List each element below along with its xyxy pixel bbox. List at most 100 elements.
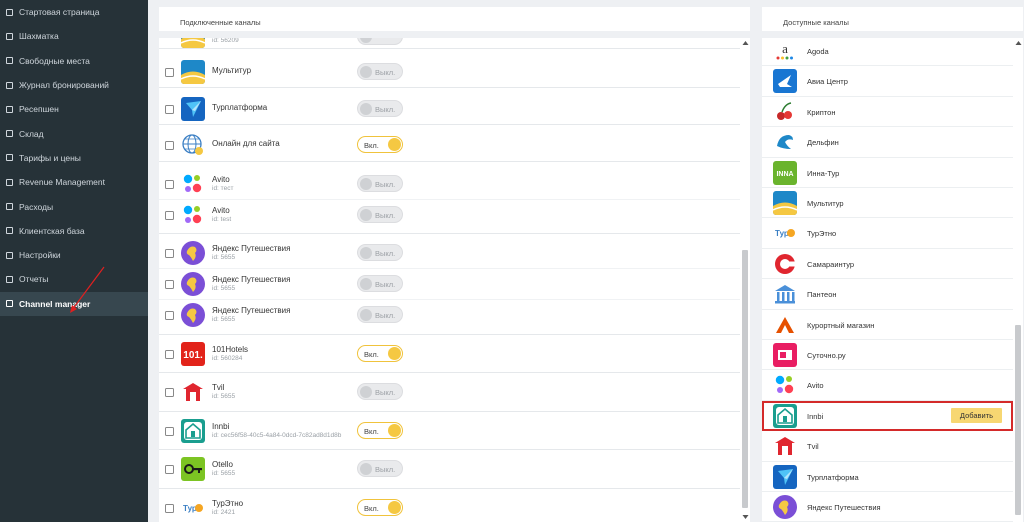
row-checkbox[interactable] — [165, 141, 174, 150]
channel-logo — [181, 419, 205, 443]
available-row[interactable]: INNA Инна-Тур — [762, 158, 1013, 188]
sidebar-item-8[interactable]: Расходы — [0, 194, 148, 218]
available-row[interactable]: Мультитур — [762, 188, 1013, 219]
available-scrollbar[interactable] — [1013, 38, 1023, 522]
row-checkbox[interactable] — [165, 105, 174, 114]
multitour-logo — [773, 191, 797, 215]
panteon-logo — [773, 282, 797, 307]
table-row: 101. 101Hotels id: 560284 Вкл. — [159, 341, 740, 367]
row-checkbox[interactable] — [165, 350, 174, 359]
channel-logo — [181, 380, 205, 404]
channel-logo: 101. — [181, 342, 205, 366]
toggle-label: Вкл. — [364, 504, 379, 513]
scroll-up-icon[interactable] — [742, 40, 749, 46]
sidebar-item-0[interactable]: Стартовая страница — [0, 0, 148, 24]
toggle-knob — [360, 177, 372, 190]
row-checkbox[interactable] — [165, 427, 174, 436]
toggle-label: Вкл. — [364, 141, 379, 150]
sidebar-item-2[interactable]: Свободные места — [0, 49, 148, 73]
toggle-switch[interactable]: Вкл. — [357, 345, 403, 362]
table-row: id: 56209 — [159, 38, 740, 48]
sidebar-item-11[interactable]: Отчеты — [0, 267, 148, 291]
scroll-up-icon[interactable] — [1015, 40, 1022, 46]
sidebar-item-label: Шахматка — [19, 31, 59, 42]
channel-name: Турплатформа — [212, 103, 268, 112]
toggle-switch[interactable]: Выкл. — [357, 244, 403, 261]
toggle-label: Вкл. — [364, 350, 379, 359]
channel-logo — [773, 69, 797, 94]
table-row: Avito id: test Выкл. — [159, 202, 740, 228]
sidebar-item-4[interactable]: Ресепшен — [0, 97, 148, 121]
available-row[interactable]: Innbi Добавить — [762, 400, 1013, 432]
sidebar-item-3[interactable]: Журнал бронирований — [0, 73, 148, 97]
toggle-switch[interactable]: Выкл. — [357, 306, 403, 323]
sidebar-item-12[interactable]: Channel manager — [0, 291, 148, 316]
available-row[interactable]: Яндекс Путешествия — [762, 492, 1013, 522]
channel-name: Суточно.ру — [807, 351, 846, 360]
channel-name: Мультитур — [212, 66, 252, 75]
row-checkbox[interactable] — [165, 249, 174, 258]
available-row[interactable]: Криптон — [762, 97, 1013, 128]
kurort-logo — [773, 312, 797, 337]
toggle-knob — [387, 424, 401, 437]
toggle-label: Выкл. — [375, 105, 396, 114]
toggle-switch[interactable]: Выкл. — [357, 275, 403, 292]
available-row[interactable]: Курортный магазин — [762, 310, 1013, 340]
table-row: Онлайн для сайта Вкл. — [159, 132, 740, 158]
toggle-switch[interactable] — [357, 38, 403, 45]
channel-logo — [181, 203, 205, 227]
row-checkbox[interactable] — [165, 388, 174, 397]
toggle-switch[interactable]: Выкл. — [357, 460, 403, 477]
available-row[interactable]: Суточно.ру — [762, 340, 1013, 371]
available-row[interactable]: Самараинтур — [762, 249, 1013, 280]
row-checkbox[interactable] — [165, 311, 174, 320]
add-button[interactable]: Добавить — [951, 407, 1002, 423]
row-checkbox[interactable] — [165, 180, 174, 189]
row-checkbox[interactable] — [165, 211, 174, 220]
available-row[interactable]: a Agoda — [762, 38, 1013, 67]
sidebar-item-9[interactable]: Клиентская база — [0, 219, 148, 243]
row-checkbox[interactable] — [165, 504, 174, 513]
sidebar: Стартовая страница Шахматка Свободные мест… — [0, 0, 148, 522]
channel-logo — [773, 464, 797, 489]
channel-name: Innbi — [212, 422, 230, 431]
globe-logo — [182, 134, 203, 155]
grid-icon — [6, 32, 13, 40]
toggle-switch[interactable]: Выкл. — [357, 63, 403, 80]
tvil-logo — [181, 380, 205, 404]
channel-logo — [773, 373, 797, 398]
sidebar-item-6[interactable]: Тарифы и цены — [0, 146, 148, 170]
toggle-switch[interactable]: Выкл. — [357, 206, 403, 223]
connected-scrollbar[interactable] — [740, 38, 750, 522]
document-icon — [6, 275, 13, 283]
channel-name: Avito — [807, 381, 824, 391]
sidebar-item-1[interactable]: Шахматка — [0, 24, 148, 48]
row-checkbox[interactable] — [165, 465, 174, 474]
row-checkbox[interactable] — [165, 68, 174, 77]
channel-name: 101Hotels — [212, 345, 249, 354]
sidebar-item-7[interactable]: Revenue Management — [0, 170, 148, 194]
available-row[interactable]: Тур ТурЭтно — [762, 218, 1013, 249]
available-row[interactable]: Tvil — [762, 431, 1013, 462]
connected-scrollbar-thumb[interactable] — [742, 250, 748, 508]
available-row[interactable]: Авиа Центр — [762, 66, 1013, 97]
toggle-switch[interactable]: Выкл. — [357, 175, 403, 192]
toggle-switch[interactable]: Вкл. — [357, 422, 403, 439]
toggle-switch[interactable]: Вкл. — [357, 499, 403, 516]
scroll-down-icon[interactable] — [742, 514, 749, 520]
available-row[interactable]: Турплатформа — [762, 462, 1013, 492]
available-scrollbar-thumb[interactable] — [1015, 325, 1021, 515]
channel-logo — [773, 343, 797, 367]
toggle-switch[interactable]: Выкл. — [357, 100, 403, 117]
toggle-switch[interactable]: Выкл. — [357, 383, 403, 400]
available-row[interactable]: Пантеон — [762, 279, 1013, 310]
available-row[interactable]: Avito — [762, 370, 1013, 401]
toggle-knob — [360, 277, 372, 290]
sidebar-item-10[interactable]: Настройки — [0, 243, 148, 267]
row-checkbox[interactable] — [165, 280, 174, 289]
available-row[interactable]: Дельфин — [762, 127, 1013, 158]
sidebar-item-5[interactable]: Склад — [0, 121, 148, 145]
toggle-switch[interactable]: Вкл. — [357, 136, 403, 153]
channel-name: Otello — [212, 460, 233, 469]
divider — [159, 372, 740, 373]
